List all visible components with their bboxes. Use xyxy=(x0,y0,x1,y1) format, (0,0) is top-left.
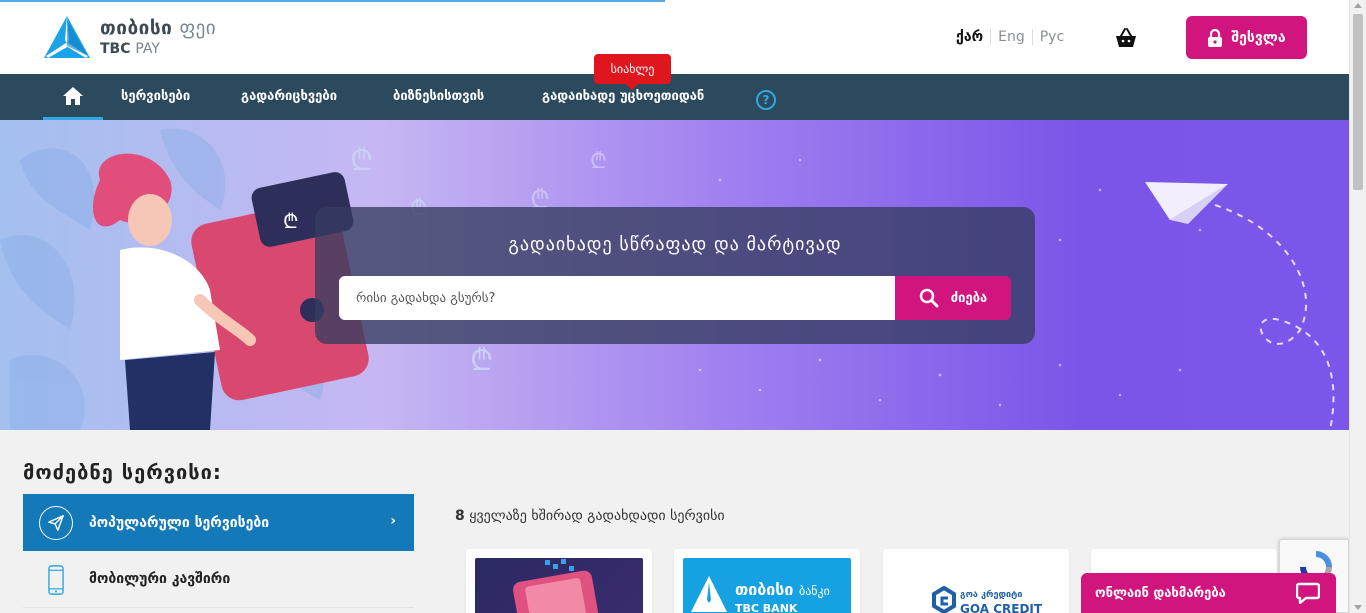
scroll-up-arrow-icon[interactable] xyxy=(1354,3,1362,8)
chevron-right-icon: › xyxy=(390,513,396,529)
home-icon xyxy=(63,86,83,105)
goa-credit-logo: გოა კრედიტი GOA CREDIT xyxy=(892,558,1060,613)
chat-label: ონლაინ დახმარება xyxy=(1095,585,1226,601)
tbc-bank-geo-light: ბანკი xyxy=(798,584,830,598)
goa-credit-geo: გოა კრედიტი xyxy=(960,590,1023,600)
svg-text:₾: ₾ xyxy=(590,149,607,174)
service-card-goa-credit[interactable]: გოა კრედიტი GOA CREDIT xyxy=(883,549,1069,613)
svg-text:₾: ₾ xyxy=(470,343,493,378)
scroll-down-arrow-icon[interactable] xyxy=(1354,605,1362,610)
new-badge: სიახლე xyxy=(594,54,671,90)
chat-bubble-icon xyxy=(1296,582,1320,604)
mobile-phone-icon xyxy=(39,563,73,597)
online-help-chat[interactable]: ონლაინ დახმარება xyxy=(1081,573,1336,613)
site-header: თიბისი ფეი TBC PAY ქარ Eng Рус შესვლა xyxy=(0,0,1349,74)
logo-pay-en: PAY xyxy=(135,40,160,57)
search-panel: გადაიხადე სწრაფად და მარტივად ძიება xyxy=(315,207,1035,344)
page-scrollbar[interactable] xyxy=(1349,0,1366,613)
svg-text:₾: ₾ xyxy=(350,143,373,178)
category-mobile[interactable]: მობილური კავშირი xyxy=(23,551,414,608)
goa-credit-en: GOA CREDIT xyxy=(960,602,1043,613)
tbc-pay-logo[interactable]: თიბისი ფეი TBC PAY xyxy=(42,14,216,60)
lang-en[interactable]: Eng xyxy=(990,29,1032,45)
login-label: შესვლა xyxy=(1231,29,1286,46)
frequent-services-caption: 8 ყველაზე ხშირად გადახდადი სერვისი xyxy=(455,508,725,524)
nav-item-pay-from-abroad[interactable]: გადაიხადე უცხოეთიდან xyxy=(542,89,704,104)
logo-name-en: TBC xyxy=(100,40,131,57)
tbc-bank-logo: თიბისი ბანკი TBC BANK xyxy=(683,558,851,613)
category-label: მობილური კავშირი xyxy=(89,571,231,587)
service-card-tbc-bank[interactable]: თიბისი ბანკი TBC BANK xyxy=(674,549,860,613)
search-button-label: ძიება xyxy=(950,290,988,306)
service-card-phone[interactable] xyxy=(466,549,652,613)
lang-ru[interactable]: Рус xyxy=(1031,29,1071,45)
hero-banner: ₾ ₾ ₾ ₾ ₾ ₾ xyxy=(0,120,1349,430)
tbc-logo-icon xyxy=(44,16,90,58)
svg-text:₾: ₾ xyxy=(283,209,298,233)
nav-item-business[interactable]: ბიზნესისთვის xyxy=(393,89,484,104)
lang-ka[interactable]: ქარ xyxy=(956,29,990,45)
frequent-text: ყველაზე ხშირად გადახდადი სერვისი xyxy=(469,508,725,524)
frequent-count: 8 xyxy=(455,508,465,524)
paper-plane-icon xyxy=(39,506,73,540)
help-icon[interactable]: ? xyxy=(756,90,776,110)
tbc-bank-geo: თიბისი xyxy=(735,580,794,599)
hero-title: გადაიხადე სწრაფად და მარტივად xyxy=(508,234,842,255)
scroll-thumb[interactable] xyxy=(1353,14,1363,190)
search-button[interactable]: ძიება xyxy=(895,276,1011,320)
nav-item-transfers[interactable]: გადარიცხვები xyxy=(241,89,337,104)
logo-pay-geo: ფეი xyxy=(179,16,217,39)
main-nav: სერვისები გადარიცხვები ბიზნესისთვის გადა… xyxy=(0,74,1349,120)
page-load-progress-bar xyxy=(0,0,665,2)
nav-item-services[interactable]: სერვისები xyxy=(121,89,190,104)
service-search-input[interactable] xyxy=(339,276,895,320)
logo-text: თიბისი ფეი TBC PAY xyxy=(100,16,217,57)
phone-wallet-image xyxy=(475,558,643,613)
login-button[interactable]: შესვლა xyxy=(1186,16,1307,59)
category-popular-services[interactable]: პოპულარული სერვისები › xyxy=(23,494,414,551)
logo-name-geo: თიბისი xyxy=(100,16,173,39)
tbc-bank-en: TBC BANK xyxy=(735,602,798,613)
basket-icon[interactable] xyxy=(1114,27,1138,49)
lock-icon xyxy=(1208,28,1223,47)
language-switcher: ქარ Eng Рус xyxy=(956,29,1071,45)
category-label: პოპულარული სერვისები xyxy=(89,514,270,531)
search-icon xyxy=(919,288,939,308)
service-category-list: პოპულარული სერვისები › მობილური კავშირი xyxy=(23,494,414,608)
nav-home[interactable] xyxy=(43,74,103,120)
find-service-title: მოძებნე სერვისი: xyxy=(23,460,222,484)
